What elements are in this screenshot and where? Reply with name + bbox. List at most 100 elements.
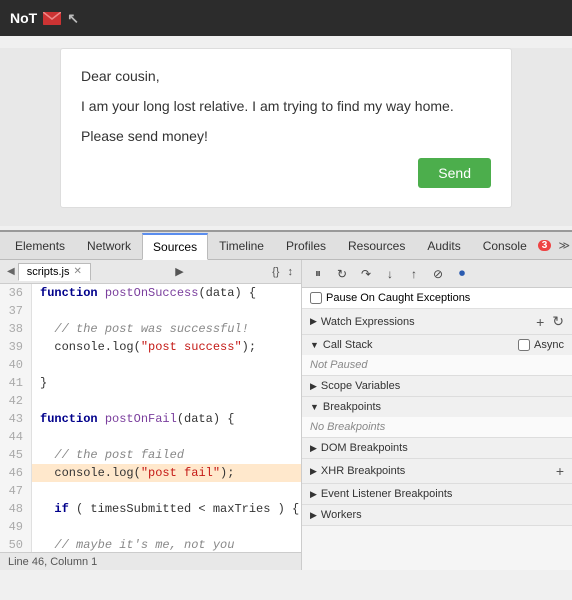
watch-expressions-label: Watch Expressions <box>321 316 415 328</box>
deactivate-btn[interactable]: ⊘ <box>428 264 448 284</box>
dom-breakpoints-label: DOM Breakpoints <box>321 442 408 454</box>
expand-icon[interactable]: ≫ <box>555 237 572 255</box>
line-number: 41 <box>0 374 32 392</box>
line-number: 50 <box>0 536 32 552</box>
send-button[interactable]: Send <box>418 158 491 188</box>
file-tab-next[interactable]: ▶ <box>171 265 187 278</box>
line-content: console.log("post fail"); <box>32 464 234 482</box>
tab-console[interactable]: Console <box>472 232 538 259</box>
xhr-breakpoints-label: XHR Breakpoints <box>321 465 405 477</box>
watch-expressions-header[interactable]: ▶ Watch Expressions + ↻ <box>302 309 572 334</box>
line-content <box>32 302 40 320</box>
debug-panel: ⏸ ↻ ↷ ↓ ↑ ⊘ ⏺ Pause On Caught Exceptions… <box>302 260 572 570</box>
line-content: console.log("post success"); <box>32 338 256 356</box>
event-arrow-icon: ▶ <box>310 489 317 500</box>
devtools-tab-icons: 3 ≫ ⚙ ▭ ✕ <box>538 237 572 255</box>
tab-elements[interactable]: Elements <box>4 232 76 259</box>
code-line: 44 <box>0 428 301 446</box>
line-number: 45 <box>0 446 32 464</box>
call-stack-arrow-icon: ▼ <box>310 340 319 350</box>
line-content: function postOnFail(data) { <box>32 410 234 428</box>
file-tab-prev[interactable]: ◀ <box>4 266 18 277</box>
pause-caught-label: Pause On Caught Exceptions <box>326 292 470 304</box>
code-line: 40 <box>0 356 301 374</box>
breakpoints-header[interactable]: ▼ Breakpoints <box>302 397 572 417</box>
tab-audits[interactable]: Audits <box>416 232 471 259</box>
event-listener-header[interactable]: ▶ Event Listener Breakpoints <box>302 484 572 504</box>
call-stack-header[interactable]: ▼ Call Stack Async <box>302 335 572 355</box>
resume-btn[interactable]: ↻ <box>332 264 352 284</box>
xhr-arrow-icon: ▶ <box>310 466 317 477</box>
code-line: 45 // the post failed <box>0 446 301 464</box>
code-line: 47 <box>0 482 301 500</box>
app-title: NoT ↖ <box>10 10 79 27</box>
status-bar: Line 46, Column 1 <box>0 552 301 570</box>
xhr-breakpoints-section: ▶ XHR Breakpoints + <box>302 459 572 484</box>
tab-sources[interactable]: Sources <box>142 233 208 260</box>
add-watch-icon[interactable]: + <box>536 314 544 330</box>
code-line: 37 <box>0 302 301 320</box>
pause-btn[interactable]: ⏸ <box>308 264 328 284</box>
step-out-btn[interactable]: ↑ <box>404 264 424 284</box>
step-over-btn[interactable]: ↷ <box>356 264 376 284</box>
line-number: 39 <box>0 338 32 356</box>
no-breakpoints-text: No Breakpoints <box>302 417 572 437</box>
line-number: 47 <box>0 482 32 500</box>
line-number: 46 <box>0 464 32 482</box>
tab-timeline[interactable]: Timeline <box>208 232 275 259</box>
line-content <box>32 482 40 500</box>
tab-network[interactable]: Network <box>76 232 142 259</box>
file-tab-close-icon[interactable]: ✕ <box>73 266 81 277</box>
line-content <box>32 392 40 410</box>
code-line: 50 // maybe it's me, not you <box>0 536 301 552</box>
line-number: 36 <box>0 284 32 302</box>
code-line: 36function postOnSuccess(data) { <box>0 284 301 302</box>
app-bar: NoT ↖ <box>0 0 572 36</box>
devtools-panel: Elements Network Sources Timeline Profil… <box>0 230 572 570</box>
scope-variables-label: Scope Variables <box>321 380 400 392</box>
call-stack-label: Call Stack <box>323 339 373 351</box>
devtools-body: ◀ scripts.js ✕ ▶ {} ↕ 36function postOnS… <box>0 260 572 570</box>
dom-breakpoints-header[interactable]: ▶ DOM Breakpoints <box>302 438 572 458</box>
line-number: 49 <box>0 518 32 536</box>
pause-caught-checkbox[interactable] <box>310 292 322 304</box>
tab-profiles[interactable]: Profiles <box>275 232 337 259</box>
async-checkbox[interactable] <box>518 339 530 351</box>
scope-variables-header[interactable]: ▶ Scope Variables <box>302 376 572 396</box>
event-listener-label: Event Listener Breakpoints <box>321 488 452 500</box>
email-line3: Please send money! <box>81 125 491 149</box>
breakpoints-arrow-icon: ▼ <box>310 402 319 412</box>
cursor: ↖ <box>67 10 79 27</box>
email-panel: Dear cousin, I am your long lost relativ… <box>60 48 512 208</box>
workers-label: Workers <box>321 509 362 521</box>
breakpoints-section: ▼ Breakpoints No Breakpoints <box>302 397 572 438</box>
email-body: Dear cousin, I am your long lost relativ… <box>81 65 491 148</box>
step-into-btn[interactable]: ↓ <box>380 264 400 284</box>
scope-variables-section: ▶ Scope Variables <box>302 376 572 397</box>
line-number: 42 <box>0 392 32 410</box>
source-map-icon[interactable]: ↕ <box>283 266 297 278</box>
line-content <box>32 428 40 446</box>
code-line: 38 // the post was successful! <box>0 320 301 338</box>
code-area[interactable]: 36function postOnSuccess(data) {3738 // … <box>0 284 301 552</box>
tab-resources[interactable]: Resources <box>337 232 416 259</box>
code-line: 43function postOnFail(data) { <box>0 410 301 428</box>
mail-icon <box>43 12 61 25</box>
debug-content: Pause On Caught Exceptions ▶ Watch Expre… <box>302 288 572 570</box>
xhr-breakpoints-header[interactable]: ▶ XHR Breakpoints + <box>302 459 572 483</box>
code-line: 46 console.log("post fail"); <box>0 464 301 482</box>
not-paused-text: Not Paused <box>302 355 572 375</box>
scope-arrow-icon: ▶ <box>310 381 317 392</box>
file-format-icon[interactable]: {} <box>268 266 283 278</box>
email-actions: Send <box>81 158 491 188</box>
refresh-watch-icon[interactable]: ↻ <box>552 313 564 330</box>
code-line: 49 <box>0 518 301 536</box>
file-tab[interactable]: scripts.js ✕ <box>18 263 91 281</box>
workers-header[interactable]: ▶ Workers <box>302 505 572 525</box>
dom-arrow-icon: ▶ <box>310 443 317 454</box>
line-number: 44 <box>0 428 32 446</box>
watch-arrow-icon: ▶ <box>310 316 317 327</box>
workers-arrow-icon: ▶ <box>310 510 317 521</box>
add-xhr-icon[interactable]: + <box>556 463 564 479</box>
line-number: 43 <box>0 410 32 428</box>
